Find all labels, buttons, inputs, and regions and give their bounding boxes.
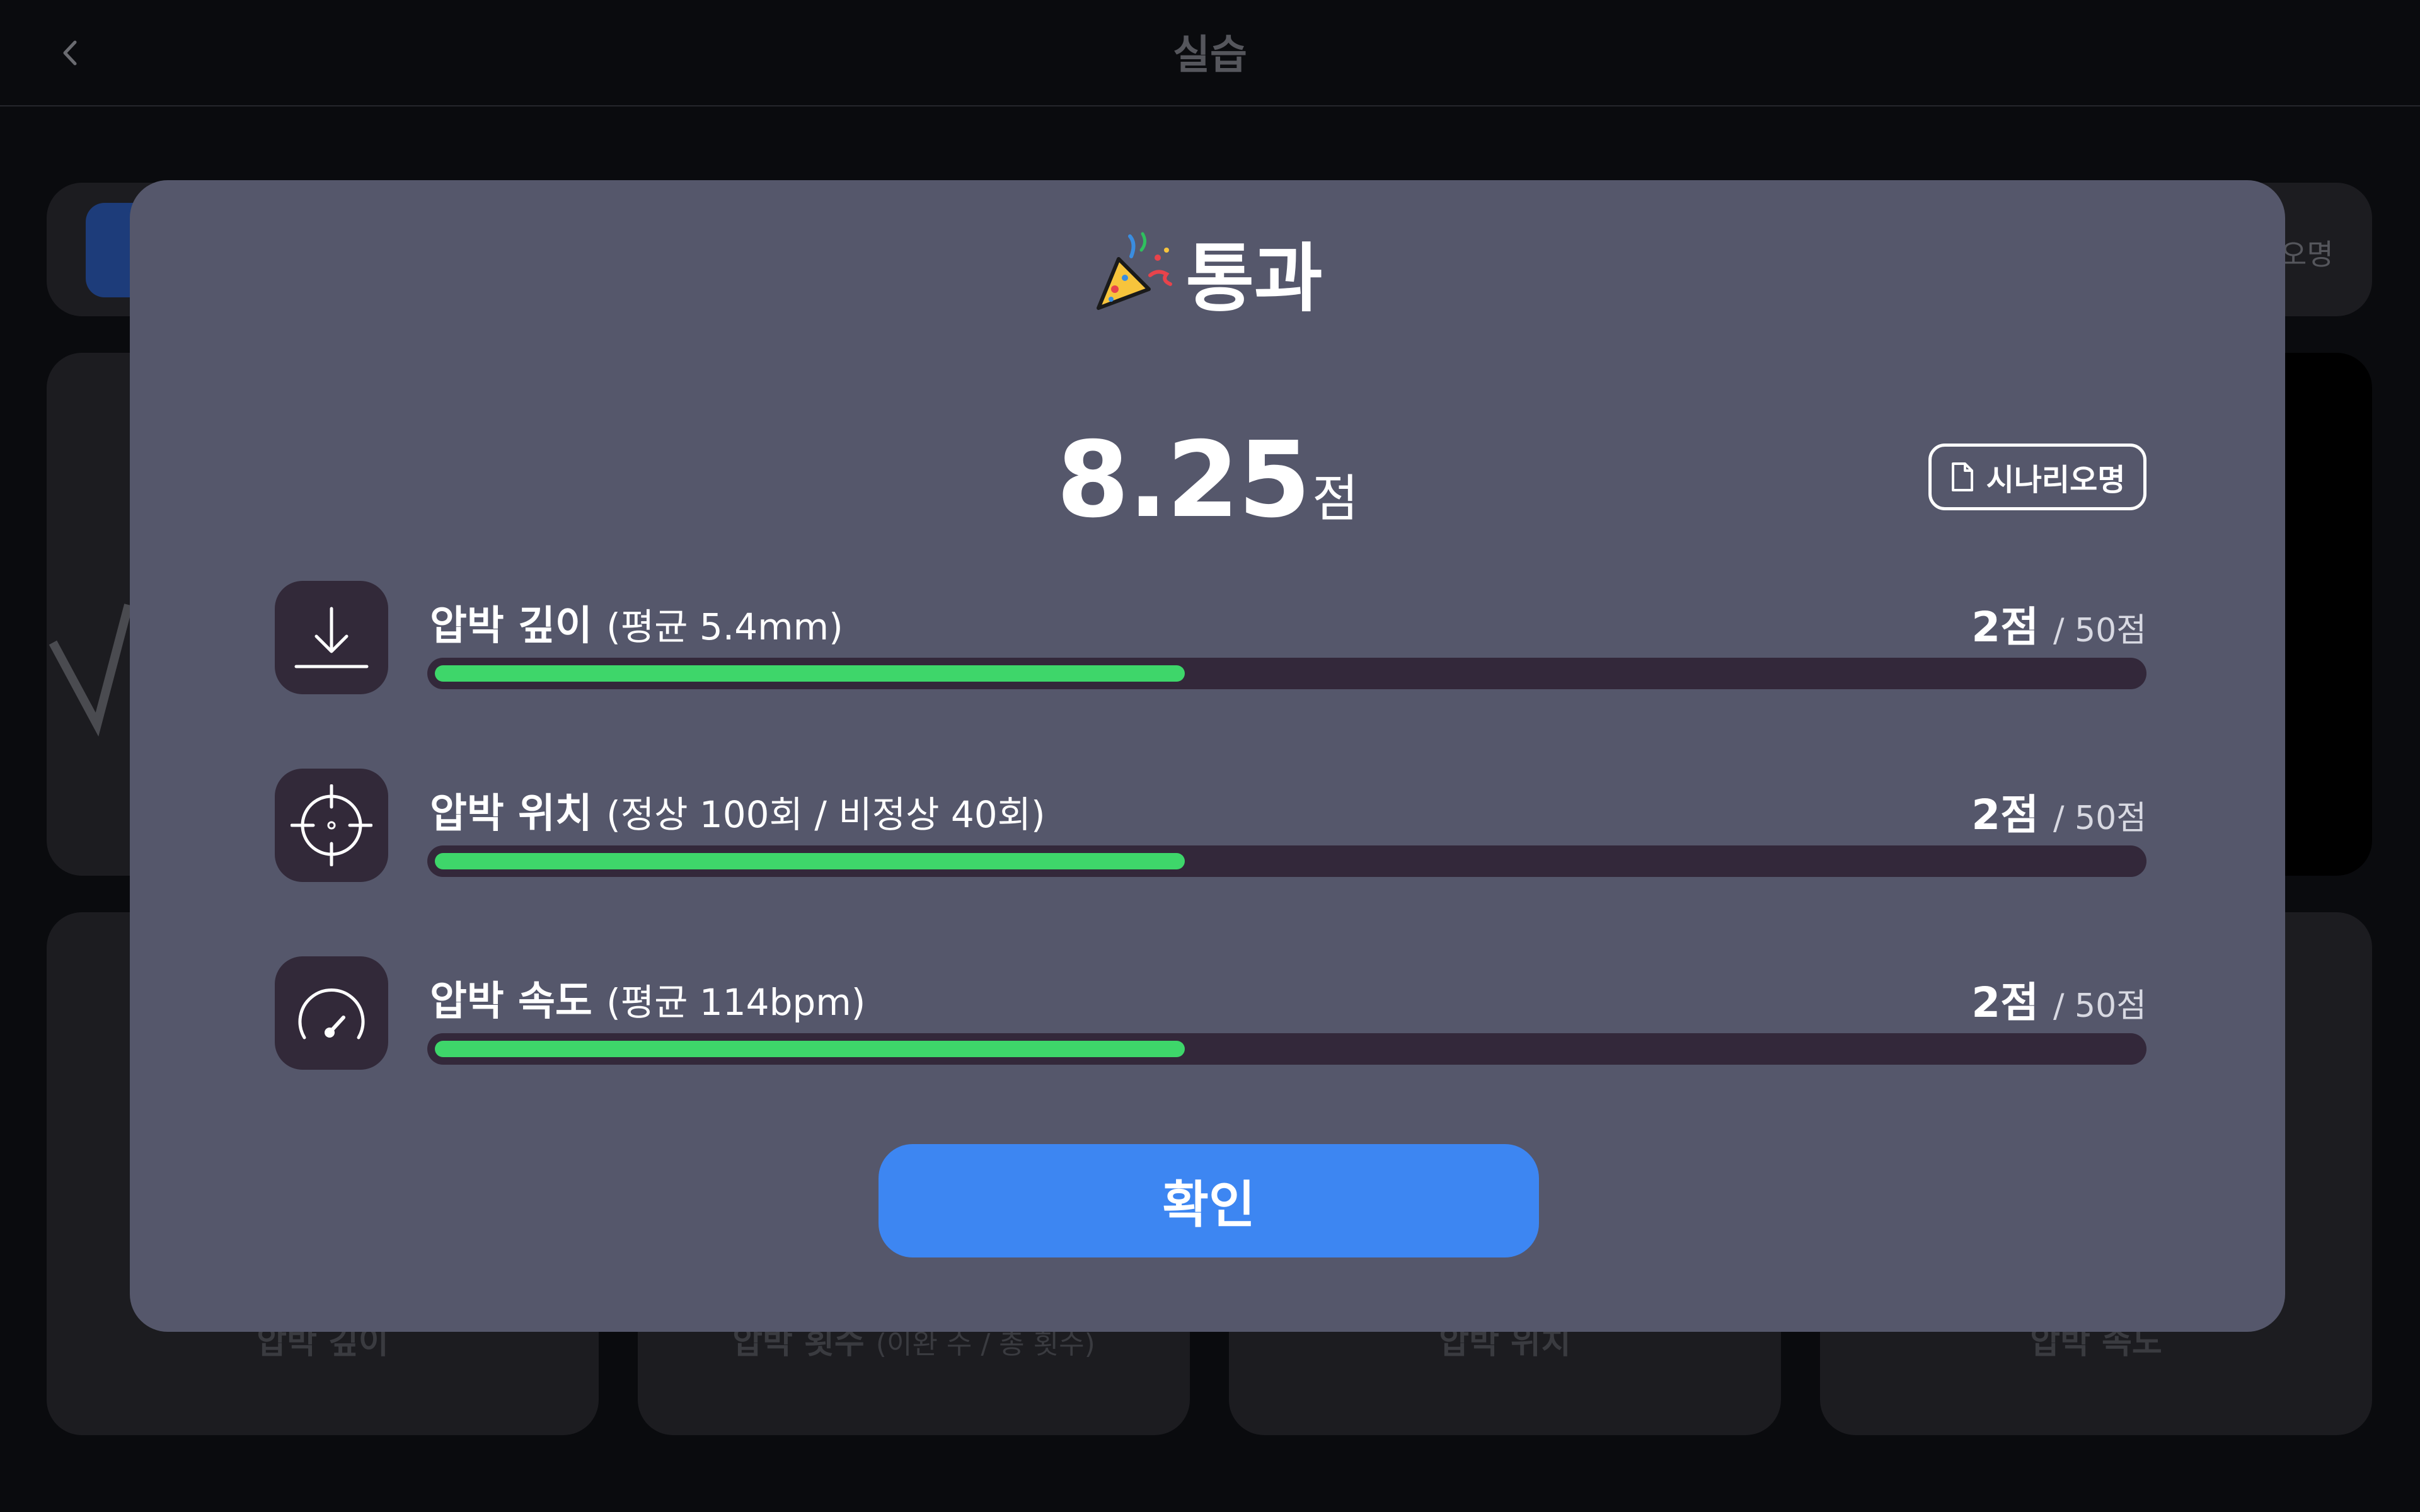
metric-label: 압박 속도 (평균 114bpm) [430, 969, 865, 1027]
metric-score-max: / 50점 [2053, 799, 2146, 837]
progress-bar-fill [435, 1041, 1185, 1057]
progress-bar-fill [435, 853, 1185, 869]
metric-label: 압박 깊이 (평균 5.4mm) [430, 593, 843, 651]
background-tile-sub: (이완 수 / 총 횟수) [875, 1328, 1095, 1360]
metric-name: 압박 위치 [430, 791, 592, 837]
document-icon [1951, 462, 1973, 491]
metric-score-value: 2점 [1971, 978, 2039, 1027]
confirm-button[interactable]: 확인 [879, 1144, 1539, 1257]
metric-score: 2점 / 50점 [1971, 969, 2146, 1029]
metric-detail: (평균 5.4mm) [606, 605, 843, 648]
metric-icon-box [275, 769, 388, 882]
modal-title: 통과 [130, 218, 2285, 326]
metric-detail: (정상 100회 / 비정상 40회) [606, 793, 1046, 836]
metric-name: 압박 깊이 [430, 603, 592, 650]
progress-bar [427, 658, 2146, 689]
score-value: 8.25 [1056, 420, 1311, 541]
metric-row-speed: 압박 속도 (평균 114bpm) 2점 / 50점 [275, 956, 2146, 1070]
progress-bar [427, 845, 2146, 877]
metric-score-max: / 50점 [2053, 987, 2146, 1025]
metric-icon-box [275, 956, 388, 1070]
top-bar: 실습 [0, 0, 2420, 106]
metric-name: 압박 속도 [430, 978, 592, 1025]
progress-bar-fill [435, 665, 1185, 682]
result-modal: 통과 8.25점 시나리오명 압박 깊이 (평균 5.4mm) 2점 / 50점 [130, 180, 2285, 1332]
metric-score-value: 2점 [1971, 603, 2039, 651]
background-tab-label: 오명 [2280, 238, 2334, 272]
metric-row-depth: 압박 깊이 (평균 5.4mm) 2점 / 50점 [275, 581, 2146, 694]
metric-label: 압박 위치 (정상 100회 / 비정상 40회) [430, 781, 1046, 839]
metric-score-value: 2점 [1971, 791, 2039, 839]
party-popper-icon [1097, 232, 1173, 310]
scenario-name-button[interactable]: 시나리오명 [1928, 444, 2146, 510]
download-arrow-icon [294, 607, 369, 668]
crosshair-icon [291, 784, 372, 866]
score-unit: 점 [1311, 469, 1359, 528]
metric-score: 2점 / 50점 [1971, 593, 2146, 654]
metric-icon-box [275, 581, 388, 694]
metric-detail: (평균 114bpm) [606, 981, 866, 1024]
progress-bar [427, 1033, 2146, 1065]
speedometer-icon [298, 988, 365, 1040]
page-title: 실습 [1173, 32, 1247, 79]
scenario-name-label: 시나리오명 [1986, 462, 2126, 498]
modal-title-text: 통과 [1185, 235, 1323, 322]
metric-score-max: / 50점 [2053, 612, 2146, 650]
metric-score: 2점 / 50점 [1971, 781, 2146, 842]
metric-row-position: 압박 위치 (정상 100회 / 비정상 40회) 2점 / 50점 [275, 769, 2146, 882]
